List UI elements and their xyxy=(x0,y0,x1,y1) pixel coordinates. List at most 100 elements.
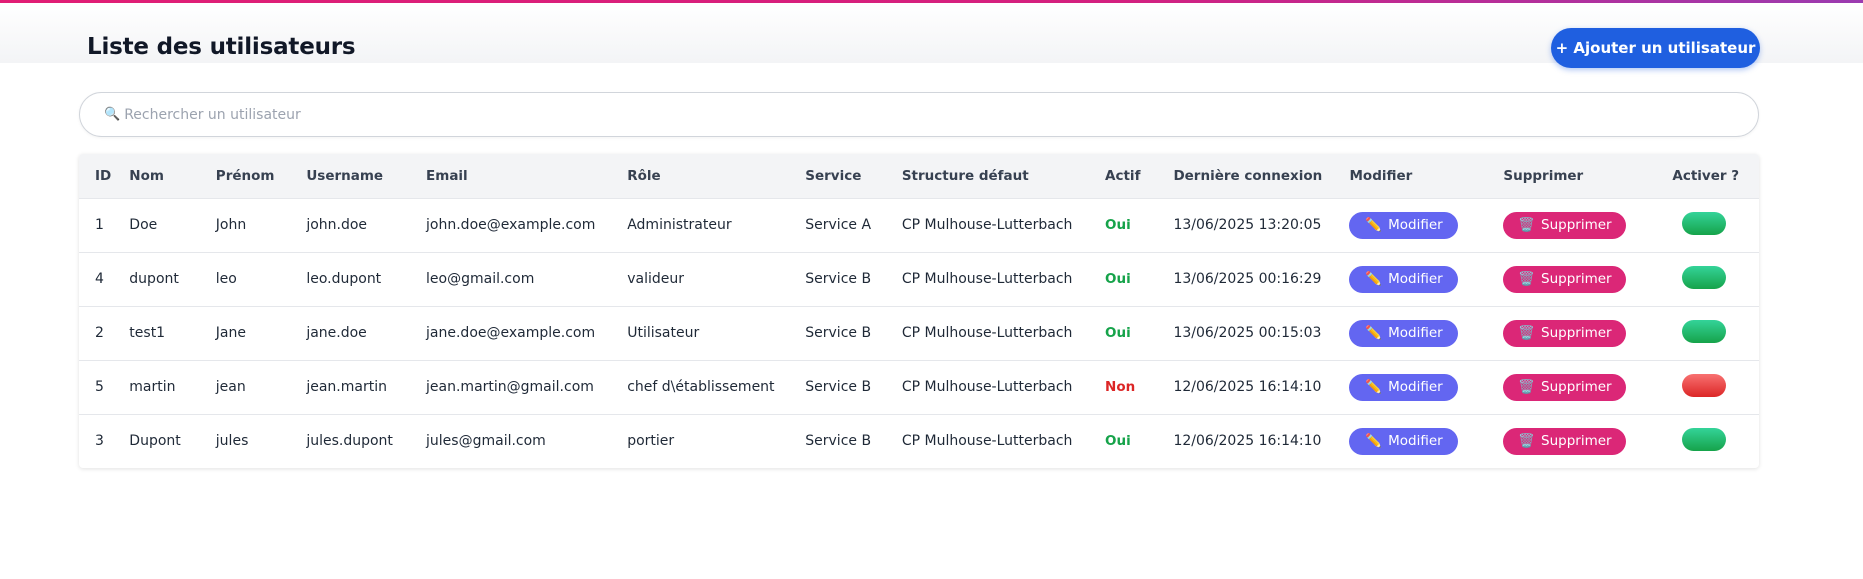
table-row: 5 martin jean jean.martin jean.martin@gmail.… xyxy=(79,360,1759,414)
cell-id: 1 xyxy=(95,217,104,233)
activate-toggle[interactable] xyxy=(1682,211,1727,235)
cell-prenom: jules xyxy=(215,433,249,450)
cell-id: 2 xyxy=(95,325,104,341)
pencil-icon: ✏️ xyxy=(1365,433,1383,450)
cell-prenom: John xyxy=(215,217,247,233)
cell-role: Administrateur xyxy=(627,217,732,233)
column-header-id: ID xyxy=(95,167,112,184)
cell-role: chef d\établissement xyxy=(627,379,775,395)
edit-user-button[interactable]: ✏️ Modifier xyxy=(1349,211,1459,239)
cell-id: 4 xyxy=(95,271,104,287)
cell-nom: martin xyxy=(129,379,176,395)
cell-last-login: 13/06/2025 13:20:05 xyxy=(1173,217,1322,233)
table-row: 2 test1 Jane jane.doe jane.doe@example.com Ut… xyxy=(79,306,1759,360)
delete-user-button[interactable]: 🗑️ Supprimer xyxy=(1503,265,1627,293)
cell-role: portier xyxy=(627,433,675,450)
delete-user-button[interactable]: 🗑️ Supprimer xyxy=(1503,427,1627,455)
cell-actif: Oui xyxy=(1105,198,1173,252)
activate-toggle[interactable] xyxy=(1682,427,1727,451)
edit-label: Modifier xyxy=(1388,325,1443,341)
cell-supprimer: 🗑️ Supprimer xyxy=(1503,252,1672,306)
column-header-supprimer: Supprimer xyxy=(1503,167,1584,184)
cell-role: valideur xyxy=(627,271,684,287)
cell-nom: Dupont xyxy=(129,433,181,450)
cell-last-login: 12/06/2025 16:14:10 xyxy=(1173,433,1322,450)
trash-icon: 🗑️ xyxy=(1518,379,1535,395)
cell-email: jane.doe@example.com xyxy=(426,325,596,341)
cell-prenom: Jane xyxy=(215,325,246,341)
column-header-service: Service xyxy=(805,167,862,184)
delete-label: Supprimer xyxy=(1541,433,1612,450)
table-body: 1 Doe John john.doe john.doe@example.com Admi… xyxy=(79,198,1759,468)
cell-actif: Oui xyxy=(1105,414,1173,468)
edit-user-button[interactable]: ✏️ Modifier xyxy=(1349,265,1459,293)
column-header-last-login: Dernière connexion xyxy=(1173,167,1323,184)
search-input[interactable] xyxy=(124,106,1725,123)
cell-activer xyxy=(1672,360,1759,414)
cell-modifier: ✏️ Modifier xyxy=(1349,252,1503,306)
status-badge: Oui xyxy=(1105,271,1131,287)
delete-user-button[interactable]: 🗑️ Supprimer xyxy=(1503,319,1627,347)
cell-service: Service B xyxy=(805,271,872,287)
cell-actif: Oui xyxy=(1105,252,1173,306)
cell-role: Utilisateur xyxy=(627,325,700,341)
delete-user-button[interactable]: 🗑️ Supprimer xyxy=(1503,373,1627,401)
column-header-email: Email xyxy=(426,167,468,184)
cell-supprimer: 🗑️ Supprimer xyxy=(1503,414,1672,468)
search-bar[interactable]: 🔍 xyxy=(79,92,1759,137)
column-header-activer: Activer ? xyxy=(1672,167,1740,184)
delete-label: Supprimer xyxy=(1541,217,1612,233)
edit-user-button[interactable]: ✏️ Modifier xyxy=(1349,319,1459,347)
cell-nom: dupont xyxy=(129,271,179,287)
cell-username: jean.martin xyxy=(306,379,387,395)
trash-icon: 🗑️ xyxy=(1518,325,1535,341)
edit-label: Modifier xyxy=(1388,271,1443,287)
page-title: Liste des utilisateurs xyxy=(87,34,356,60)
cell-structure: CP Mulhouse-Lutterbach xyxy=(901,379,1073,395)
cell-email: john.doe@example.com xyxy=(426,217,596,233)
status-badge: Oui xyxy=(1105,433,1131,450)
cell-service: Service B xyxy=(805,325,872,341)
delete-label: Supprimer xyxy=(1541,271,1612,287)
cell-nom: test1 xyxy=(129,325,166,341)
status-badge: Oui xyxy=(1105,325,1131,341)
cell-last-login: 13/06/2025 00:16:29 xyxy=(1173,271,1322,287)
cell-activer xyxy=(1672,306,1759,360)
pencil-icon: ✏️ xyxy=(1365,325,1383,341)
cell-actif: Oui xyxy=(1105,306,1173,360)
table-header-row: ID Nom Prénom Username Email Rôle Servic… xyxy=(79,154,1759,198)
cell-username: jane.doe xyxy=(306,325,367,341)
edit-user-button[interactable]: ✏️ Modifier xyxy=(1349,373,1459,401)
edit-user-button[interactable]: ✏️ Modifier xyxy=(1349,427,1459,455)
trash-icon: 🗑️ xyxy=(1518,271,1535,287)
cell-modifier: ✏️ Modifier xyxy=(1349,360,1503,414)
cell-modifier: ✏️ Modifier xyxy=(1349,306,1503,360)
cell-modifier: ✏️ Modifier xyxy=(1349,198,1503,252)
cell-last-login: 13/06/2025 00:15:03 xyxy=(1173,325,1322,341)
table-row: 4 dupont leo leo.dupont leo@gmail.com valideu… xyxy=(79,252,1759,306)
edit-label: Modifier xyxy=(1388,379,1443,395)
cell-structure: CP Mulhouse-Lutterbach xyxy=(901,271,1073,287)
cell-activer xyxy=(1672,198,1759,252)
page: Liste des utilisateurs + Ajouter un util… xyxy=(0,0,1863,579)
cell-service: Service B xyxy=(805,433,872,450)
cell-modifier: ✏️ Modifier xyxy=(1349,414,1503,468)
table-row: 1 Doe John john.doe john.doe@example.com Admi… xyxy=(79,198,1759,252)
delete-label: Supprimer xyxy=(1541,379,1612,395)
cell-supprimer: 🗑️ Supprimer xyxy=(1503,360,1672,414)
activate-toggle[interactable] xyxy=(1682,319,1727,343)
cell-supprimer: 🗑️ Supprimer xyxy=(1503,198,1672,252)
cell-id: 3 xyxy=(95,433,104,450)
cell-prenom: leo xyxy=(215,271,237,287)
activate-toggle[interactable] xyxy=(1682,373,1727,397)
cell-username: jules.dupont xyxy=(306,433,393,450)
delete-user-button[interactable]: 🗑️ Supprimer xyxy=(1503,211,1627,239)
column-header-nom: Nom xyxy=(129,167,164,184)
activate-toggle[interactable] xyxy=(1682,265,1727,289)
cell-actif: Non xyxy=(1105,360,1173,414)
add-user-button[interactable]: + Ajouter un utilisateur xyxy=(1551,28,1760,68)
cell-email: jean.martin@gmail.com xyxy=(426,379,594,395)
cell-prenom: jean xyxy=(215,379,246,395)
pencil-icon: ✏️ xyxy=(1365,217,1383,233)
status-badge: Non xyxy=(1105,379,1136,395)
